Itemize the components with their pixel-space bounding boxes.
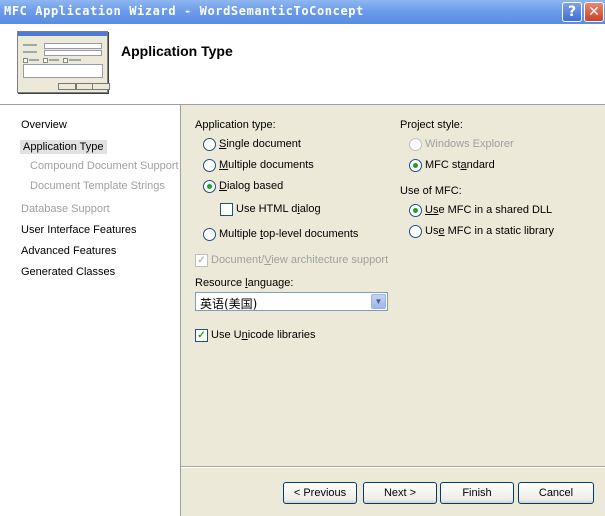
close-button[interactable]: ✕ (584, 2, 604, 22)
cancel-button[interactable]: Cancel (518, 482, 594, 504)
nav-item-user-interface-features[interactable]: User Interface Features (21, 224, 137, 236)
mfc-standard-radio-indicator[interactable] (409, 159, 422, 172)
nav-item-database-support: Database Support (21, 203, 110, 215)
multiple-documents-radio-indicator[interactable] (203, 159, 216, 172)
wizard-window: MFC Application Wizard - WordSemanticToC… (0, 0, 605, 516)
wizard-nav: Overview Application Type Compound Docum… (0, 105, 181, 516)
check-icon[interactable]: ✓ (195, 329, 208, 342)
resource-language-value: 英语(美国) (200, 297, 258, 311)
wizard-dialog-thumbnail (17, 31, 110, 93)
check-icon: ✓ (195, 254, 208, 267)
mfc-shared-dll-radio-indicator[interactable] (409, 204, 422, 217)
mfc-static-library-radio-indicator[interactable] (409, 225, 422, 238)
resource-language-label: Resource language: (195, 277, 294, 289)
previous-button[interactable]: < Previous (283, 482, 357, 504)
wizard-content: Application type: Single document Multip… (181, 105, 605, 516)
nav-item-generated-classes[interactable]: Generated Classes (21, 266, 115, 278)
nav-item-compound-document-support: Compound Document Support (30, 160, 179, 172)
single-document-radio-indicator[interactable] (203, 138, 216, 151)
use-of-mfc-label: Use of MFC: (400, 185, 462, 197)
use-html-dialog-checkbox-box[interactable] (220, 203, 233, 216)
chevron-down-icon[interactable]: ▼ (371, 294, 386, 309)
help-button[interactable]: ? (562, 2, 582, 22)
dialog-based-radio-indicator[interactable] (203, 180, 216, 193)
nav-item-overview[interactable]: Overview (21, 119, 67, 131)
nav-item-application-type[interactable]: Application Type (20, 140, 107, 154)
multiple-top-level-radio-indicator[interactable] (203, 228, 216, 241)
application-type-label: Application type: (195, 119, 276, 131)
window-title: MFC Application Wizard - WordSemanticToC… (4, 4, 364, 18)
finish-button[interactable]: Finish (440, 482, 514, 504)
project-style-label: Project style: (400, 119, 463, 131)
next-button[interactable]: Next > (363, 482, 437, 504)
page-title: Application Type (121, 43, 233, 59)
resource-language-select[interactable]: 英语(美国) ▼ (195, 292, 388, 311)
wizard-header: Application Type (0, 24, 605, 105)
nav-item-advanced-features[interactable]: Advanced Features (21, 245, 116, 257)
nav-item-document-template-strings: Document Template Strings (30, 180, 165, 192)
title-bar[interactable]: MFC Application Wizard - WordSemanticToC… (0, 0, 605, 24)
button-separator (181, 466, 605, 468)
windows-explorer-radio-indicator (409, 138, 422, 151)
